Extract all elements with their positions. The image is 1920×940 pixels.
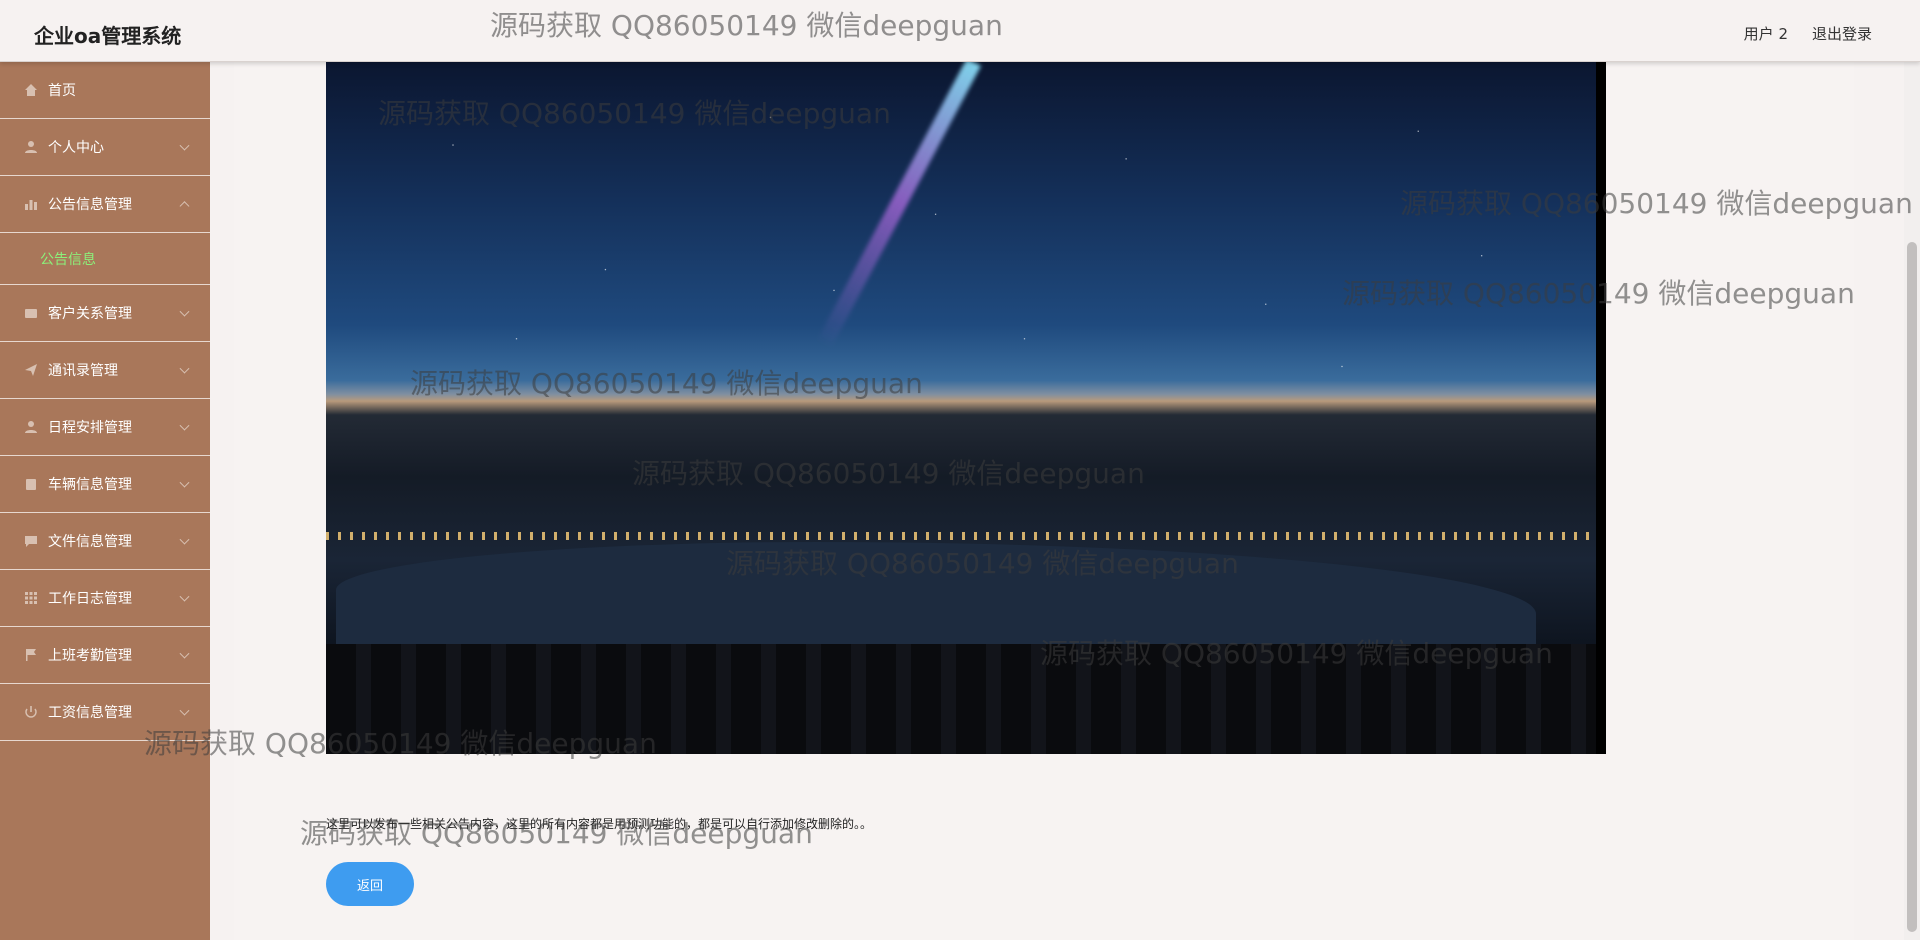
sidebar-item-label: 上班考勤管理 — [48, 648, 132, 664]
scrollbar-thumb[interactable] — [1907, 242, 1917, 932]
scrollbar[interactable] — [1904, 62, 1920, 940]
chevron-down-icon — [179, 648, 190, 659]
sidebar-item-salary[interactable]: 工资信息管理 — [0, 684, 210, 741]
chevron-down-icon — [179, 591, 190, 602]
chevron-down-icon — [179, 140, 190, 151]
sidebar-item-notice[interactable]: 公告信息管理 — [0, 176, 210, 233]
sidebar-item-label: 工资信息管理 — [48, 705, 132, 721]
user-icon — [24, 420, 38, 434]
sidebar-item-label: 文件信息管理 — [48, 534, 132, 550]
sidebar-item-label: 公告信息管理 — [48, 197, 132, 213]
flag-icon — [24, 648, 38, 662]
send-icon — [24, 363, 38, 377]
folder-icon — [24, 306, 38, 320]
back-button[interactable]: 返回 — [326, 862, 414, 906]
top-header: 企业oa管理系统 用户 2 退出登录 — [0, 0, 1920, 62]
sidebar-item-attendance[interactable]: 上班考勤管理 — [0, 627, 210, 684]
sidebar-item-files[interactable]: 文件信息管理 — [0, 513, 210, 570]
bar-chart-icon — [24, 197, 38, 211]
power-icon — [24, 705, 38, 719]
sidebar-item-label: 通讯录管理 — [48, 363, 118, 379]
chevron-down-icon — [179, 705, 190, 716]
chevron-down-icon — [179, 420, 190, 431]
notice-image — [326, 62, 1606, 754]
notice-description: 这里可以发布一些相关公告内容，这里的所有内容都是用预测功能的，都是可以自行添加修… — [326, 817, 873, 831]
chevron-down-icon — [179, 477, 190, 488]
sidebar-item-worklog[interactable]: 工作日志管理 — [0, 570, 210, 627]
user-icon — [24, 140, 38, 154]
sidebar-item-contacts[interactable]: 通讯录管理 — [0, 342, 210, 399]
city-silhouette — [326, 644, 1596, 754]
chevron-down-icon — [179, 534, 190, 545]
home-icon — [24, 83, 38, 97]
sidebar-item-home[interactable]: 首页 — [0, 62, 210, 119]
clipboard-icon — [24, 477, 38, 491]
sidebar: 首页 个人中心 公告信息管理 公告信息 客户关系管理 通讯录管理 日程安排管理 … — [0, 62, 210, 940]
chevron-down-icon — [179, 363, 190, 374]
chevron-up-icon — [179, 201, 190, 212]
grid-icon — [24, 591, 38, 605]
sidebar-item-customer[interactable]: 客户关系管理 — [0, 285, 210, 342]
chevron-down-icon — [179, 306, 190, 317]
header-actions: 用户 2 退出登录 — [1744, 23, 1872, 44]
chat-icon — [24, 534, 38, 548]
sidebar-item-schedule[interactable]: 日程安排管理 — [0, 399, 210, 456]
user-label[interactable]: 用户 2 — [1744, 23, 1788, 44]
sidebar-subitem-notice[interactable]: 公告信息 — [0, 233, 210, 285]
sidebar-item-label: 客户关系管理 — [48, 306, 132, 322]
sidebar-item-label: 车辆信息管理 — [48, 477, 132, 493]
sidebar-item-label: 日程安排管理 — [48, 420, 132, 436]
logout-link[interactable]: 退出登录 — [1812, 23, 1872, 44]
sidebar-item-label: 工作日志管理 — [48, 591, 132, 607]
sidebar-item-label: 个人中心 — [48, 140, 104, 156]
app-title: 企业oa管理系统 — [34, 24, 182, 48]
sidebar-item-label: 首页 — [48, 83, 76, 99]
sidebar-item-personal[interactable]: 个人中心 — [0, 119, 210, 176]
city-lights — [326, 532, 1596, 540]
sidebar-item-vehicle[interactable]: 车辆信息管理 — [0, 456, 210, 513]
